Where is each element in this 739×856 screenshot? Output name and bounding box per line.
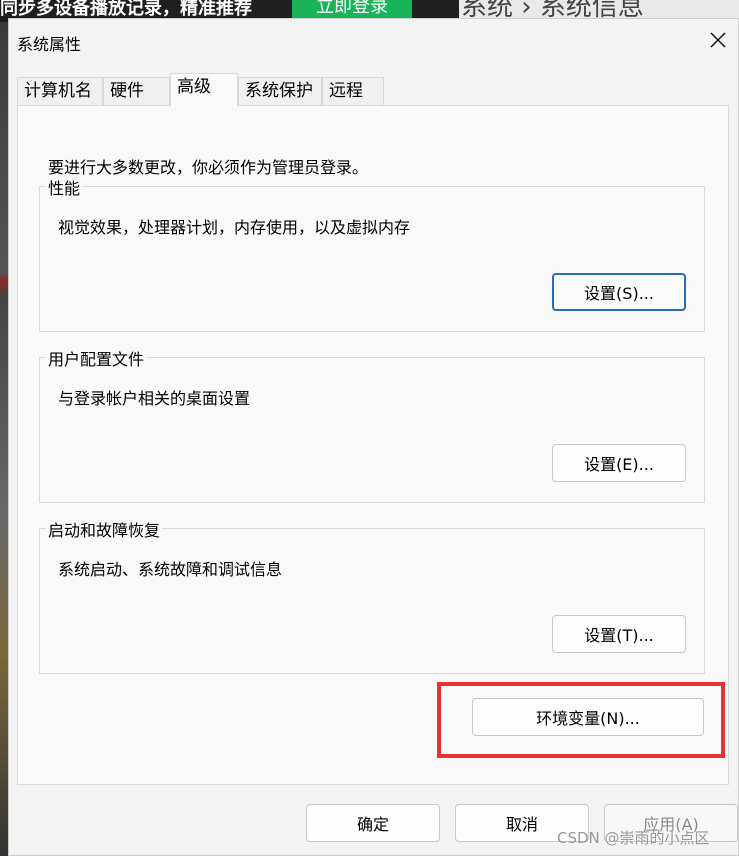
user-profiles-desc: 与登录帐户相关的桌面设置 — [58, 389, 251, 408]
tab-bar: 计算机名 硬件 高级 系统保护 远程 — [17, 73, 729, 106]
tab-hardware[interactable]: 硬件 — [103, 77, 170, 105]
admin-notice: 要进行大多数更改，你必须作为管理员登录。 — [48, 158, 369, 177]
tab-advanced[interactable]: 高级 — [170, 73, 238, 106]
performance-group: 性能 视觉效果，处理器计划，内存使用，以及虚拟内存 设置(S)... — [39, 175, 705, 332]
advanced-panel: 要进行大多数更改，你必须作为管理员登录。 性能 视觉效果，处理器计划，内存使用，… — [17, 105, 729, 785]
performance-label: 性能 — [46, 175, 83, 199]
performance-desc: 视觉效果，处理器计划，内存使用，以及虚拟内存 — [58, 218, 411, 237]
startup-recovery-label: 启动和故障恢复 — [46, 517, 163, 541]
dialog-title: 系统属性 — [17, 35, 82, 54]
user-profiles-group: 用户配置文件 与登录帐户相关的桌面设置 设置(E)... — [39, 346, 705, 503]
environment-variables-button[interactable]: 环境变量(N)... — [472, 698, 704, 736]
user-profiles-label: 用户配置文件 — [46, 346, 147, 370]
tab-remote[interactable]: 远程 — [322, 77, 384, 105]
startup-recovery-desc: 系统启动、系统故障和调试信息 — [58, 560, 283, 579]
startup-recovery-settings-button[interactable]: 设置(T)... — [552, 615, 686, 653]
watermark: CSDN @崇雨的小点区 — [557, 829, 710, 847]
close-button[interactable] — [704, 27, 732, 53]
startup-recovery-group: 启动和故障恢复 系统启动、系统故障和调试信息 设置(T)... — [39, 517, 705, 674]
background-text: 同步多设备播放记录，精准推荐 — [0, 0, 252, 19]
user-profiles-settings-button[interactable]: 设置(E)... — [552, 444, 686, 482]
tab-system-protection[interactable]: 系统保护 — [238, 77, 322, 105]
close-icon — [710, 32, 726, 48]
ok-button[interactable]: 确定 — [306, 804, 440, 842]
system-properties-dialog: 系统属性 计算机名 硬件 高级 系统保护 远程 要进行大多数更改，你必须作为管理… — [8, 18, 739, 856]
background-strip — [0, 22, 8, 856]
tab-computer-name[interactable]: 计算机名 — [17, 77, 103, 105]
performance-settings-button[interactable]: 设置(S)... — [552, 273, 686, 311]
